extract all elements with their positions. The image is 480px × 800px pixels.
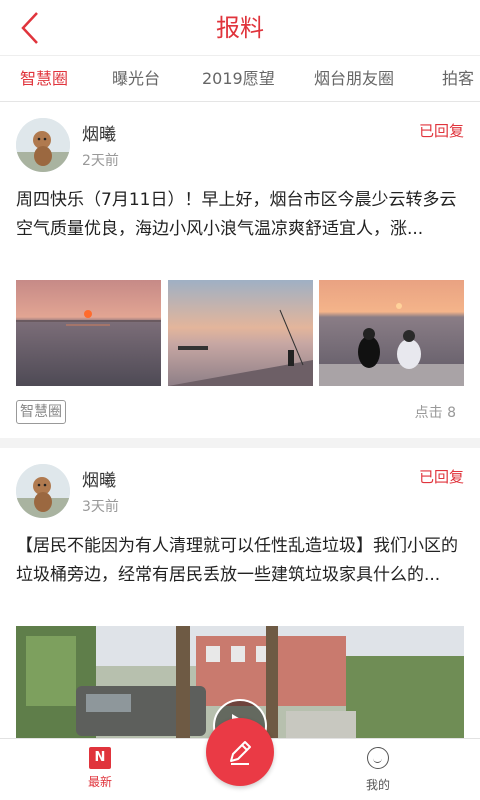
- post-images: [16, 280, 464, 386]
- header: 报料: [0, 0, 480, 56]
- nav-mine-label: 我的: [365, 778, 390, 792]
- avatar[interactable]: [16, 118, 70, 172]
- nav-latest-label: 最新: [87, 775, 112, 789]
- page-title: 报料: [216, 14, 264, 42]
- post-card[interactable]: 烟曦 3天前 已回复 【居民不能因为有人清理就可以任性乱造垃圾】我们小区的垃圾桶…: [0, 448, 480, 738]
- tab-exposure[interactable]: 曝光台: [112, 56, 160, 101]
- tab-wisdom-circle[interactable]: 智慧圈: [20, 56, 68, 101]
- nav-mine[interactable]: 我的: [338, 747, 418, 793]
- author-name: 烟曦: [82, 125, 116, 145]
- compose-button[interactable]: [206, 718, 274, 786]
- post-image[interactable]: [319, 280, 464, 386]
- pencil-icon: [230, 741, 251, 765]
- nav-latest[interactable]: N 最新: [60, 747, 140, 790]
- post-image[interactable]: [16, 280, 161, 386]
- feed[interactable]: 烟曦 2天前 已回复 周四快乐（7月11日）！早上好，烟台市区今晨少云转多云空气…: [0, 102, 480, 738]
- smiley-icon: [367, 747, 389, 769]
- reply-status: 已回复: [418, 468, 464, 486]
- post-content[interactable]: 周四快乐（7月11日）！早上好，烟台市区今晨少云转多云空气质量优良，海边小风小浪…: [16, 186, 464, 244]
- latest-news-icon: N: [89, 747, 111, 769]
- author-name: 烟曦: [82, 471, 116, 491]
- tab-bar: 智慧圈 曝光台 2019愿望 烟台朋友圈 拍客: [0, 56, 480, 102]
- tab-2019-wish[interactable]: 2019愿望: [202, 56, 275, 101]
- category-tag[interactable]: 智慧圈: [16, 400, 66, 424]
- post-time: 3天前: [82, 499, 119, 515]
- tab-yantai-friends[interactable]: 烟台朋友圈: [314, 56, 394, 101]
- click-count: 点击 8: [414, 405, 456, 421]
- post-time: 2天前: [82, 153, 119, 169]
- reply-status: 已回复: [418, 122, 464, 140]
- avatar[interactable]: [16, 464, 70, 518]
- post-image[interactable]: [167, 280, 313, 386]
- post-card[interactable]: 烟曦 2天前 已回复 周四快乐（7月11日）！早上好，烟台市区今晨少云转多云空气…: [0, 102, 480, 438]
- post-content[interactable]: 【居民不能因为有人清理就可以任性乱造垃圾】我们小区的垃圾桶旁边，经常有居民丢放一…: [16, 532, 464, 590]
- tab-photographer[interactable]: 拍客: [442, 56, 474, 101]
